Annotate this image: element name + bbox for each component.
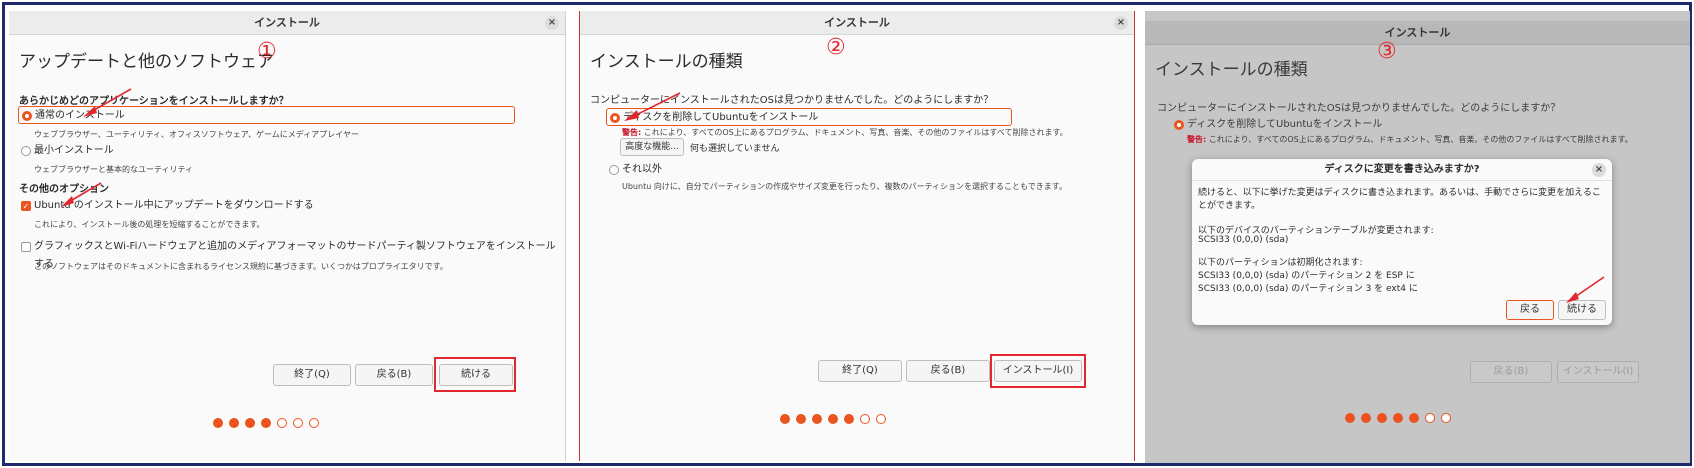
annotation-arrow-icon xyxy=(1566,276,1605,303)
minimal-install-desc: ウェブブラウザーと基本的なユーティリティ xyxy=(34,165,194,174)
back-button: 戻る(B) xyxy=(1470,361,1552,383)
progress-dot xyxy=(1425,413,1435,423)
radio-unselected-icon xyxy=(21,146,31,156)
install-type-question: コンピューターにインストールされたOSは見つかりませんでした。どのようにしますか… xyxy=(1157,103,1561,114)
erase-warning: 警告: これにより、すべてのOS上にあるプログラム、ドキュメント、写真、音楽、そ… xyxy=(1187,134,1633,145)
partition-table-device: SCSI33 (0,0,0) (sda) xyxy=(1198,235,1289,245)
format-heading: 以下のパーティションは初期化されます: xyxy=(1198,258,1363,268)
close-icon[interactable]: × xyxy=(1114,16,1128,30)
progress-dot xyxy=(213,418,223,428)
page-title: インストールの種類 xyxy=(590,52,743,72)
highlight-box xyxy=(434,357,516,392)
format-item: SCSI33 (0,0,0) (sda) のパーティション 3 を ext4 に xyxy=(1198,284,1418,294)
progress-dot xyxy=(828,414,838,424)
window-title: インストール xyxy=(1384,26,1451,39)
checkbox-unchecked-icon xyxy=(21,242,31,252)
back-button[interactable]: 戻る(B) xyxy=(355,364,433,386)
close-icon[interactable]: × xyxy=(545,16,559,30)
annotation-arrow-icon xyxy=(61,182,102,207)
window-titlebar: インストール × xyxy=(580,11,1134,35)
progress-dot xyxy=(277,418,287,428)
progress-dot xyxy=(812,414,822,424)
radio-unselected-icon xyxy=(609,165,619,175)
close-icon[interactable]: × xyxy=(1592,163,1606,177)
dialog-titlebar: ディスクに変更を書き込みますか? × xyxy=(1192,159,1612,181)
erase-warning: 警告: これにより、すべてのOS上にあるプログラム、ドキュメント、写真、音楽、そ… xyxy=(622,127,1068,138)
confirm-write-dialog: ディスクに変更を書き込みますか? × 続けると、以下に挙げた変更はディスクに書き… xyxy=(1192,159,1612,325)
progress-dot xyxy=(245,418,255,428)
window-title: インストール xyxy=(824,16,890,29)
annotation-arrow-icon xyxy=(83,88,132,117)
something-else-desc: Ubuntu 向けに、自分でパーティションの作成やサイズ変更を行ったり、複数のパ… xyxy=(622,182,1067,191)
window-titlebar: インストール × xyxy=(9,11,565,35)
install-question: あらかじめどのアプリケーションをインストールしますか？ xyxy=(19,96,289,107)
progress-dot xyxy=(261,418,271,428)
radio-selected-icon xyxy=(1174,120,1184,130)
progress-dot xyxy=(1377,413,1387,423)
none-selected-text: 何も選択していません xyxy=(690,144,780,154)
annotation-arrow-icon xyxy=(624,92,681,121)
installer-window-updates: インストール × アップデートと他のソフトウェア ① あらかじめどのアプリケーシ… xyxy=(9,11,566,461)
radio-selected-icon xyxy=(22,111,32,121)
page-title: インストールの種類 xyxy=(1155,60,1308,80)
page-title: アップデートと他のソフトウェア xyxy=(19,52,274,72)
radio-selected-icon xyxy=(610,113,620,123)
third-party-desc: このソフトウェアはそのドキュメントに含まれるライセンス規約に基づきます。いくつか… xyxy=(34,262,448,271)
warning-text: これにより、すべてのOS上にあるプログラム、ドキュメント、写真、音楽、その他のフ… xyxy=(641,128,1068,137)
progress-dot xyxy=(876,414,886,424)
something-else-label: それ以外 xyxy=(622,164,662,175)
window-title: インストール xyxy=(254,16,320,29)
warning-text: これにより、すべてのOS上にあるプログラム、ドキュメント、写真、音楽、その他のフ… xyxy=(1206,135,1633,144)
progress-dots xyxy=(780,414,886,424)
progress-dot xyxy=(1409,413,1419,423)
dialog-title: ディスクに変更を書き込みますか? xyxy=(1324,164,1480,175)
installer-window-confirm: インストール インストールの種類 ③ コンピューターにインストールされたOSは見… xyxy=(1145,11,1690,463)
warning-label: 警告: xyxy=(622,128,642,137)
progress-dot xyxy=(860,414,870,424)
format-item: SCSI33 (0,0,0) (sda) のパーティション 2 を ESP に xyxy=(1198,271,1415,281)
progress-dot xyxy=(229,418,239,428)
dialog-back-button[interactable]: 戻る xyxy=(1506,300,1554,320)
step-annotation: ① xyxy=(257,39,277,64)
progress-dot xyxy=(1393,413,1403,423)
progress-dot xyxy=(309,418,319,428)
screenshot-frame: インストール × アップデートと他のソフトウェア ① あらかじめどのアプリケーシ… xyxy=(2,2,1692,466)
warning-label: 警告: xyxy=(1187,135,1207,144)
progress-dots xyxy=(1345,413,1451,423)
something-else-radio[interactable]: それ以外 xyxy=(606,161,806,179)
normal-install-desc: ウェブブラウザー、ユーティリティ、オフィスソフトウェア、ゲームにメディアプレイヤ… xyxy=(34,130,359,139)
minimal-install-label: 最小インストール xyxy=(34,145,114,156)
progress-dot xyxy=(1361,413,1371,423)
minimal-install-radio[interactable]: 最小インストール xyxy=(18,142,318,160)
progress-dot xyxy=(780,414,790,424)
erase-disk-label: ディスクを削除してUbuntuをインストール xyxy=(1187,119,1383,130)
installer-window-type: インストール × インストールの種類 ② コンピューターにインストールされたOS… xyxy=(579,11,1135,461)
install-now-button: インストール(I) xyxy=(1557,361,1639,383)
progress-dot xyxy=(1441,413,1451,423)
back-button[interactable]: 戻る(B) xyxy=(906,360,990,382)
checkbox-checked-icon: ✓ xyxy=(21,201,31,211)
progress-dots xyxy=(213,418,319,428)
step-annotation: ② xyxy=(826,35,846,60)
progress-dot xyxy=(796,414,806,424)
quit-button[interactable]: 終了(Q) xyxy=(273,364,351,386)
quit-button[interactable]: 終了(Q) xyxy=(818,360,902,382)
highlight-box xyxy=(990,354,1086,388)
progress-dot xyxy=(844,414,854,424)
advanced-features-button[interactable]: 高度な機能... xyxy=(620,138,684,156)
step-annotation: ③ xyxy=(1377,39,1397,64)
download-updates-desc: これにより、インストール後の処理を短縮することができます。 xyxy=(34,220,265,229)
progress-dot xyxy=(1345,413,1355,423)
erase-disk-radio[interactable]: ディスクを削除してUbuntuをインストール xyxy=(1171,116,1471,134)
dialog-message: 続けると、以下に挙げた変更はディスクに書き込まれます。あるいは、手動でさらに変更… xyxy=(1198,188,1601,211)
third-party-checkbox[interactable]: グラフィックスとWi-Fiハードウェアと追加のメディアフォーマットのサードパーテ… xyxy=(18,238,558,270)
window-titlebar: インストール xyxy=(1145,21,1690,45)
progress-dot xyxy=(293,418,303,428)
